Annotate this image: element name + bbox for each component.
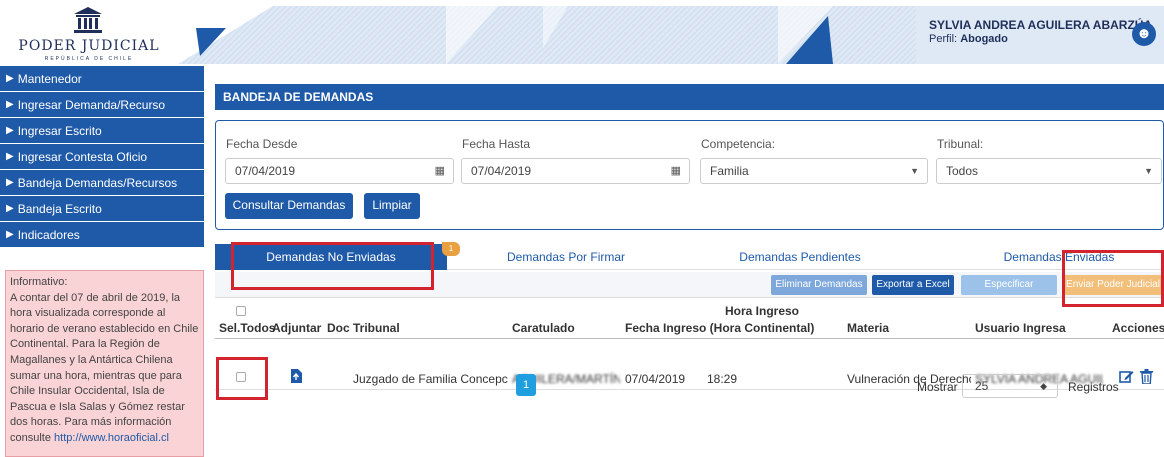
cell-hora-ingreso: 18:29 (707, 372, 738, 386)
especificar-firmantes-button[interactable]: Especificar Firmantes (961, 275, 1057, 310)
courthouse-icon (74, 7, 102, 33)
sidebar-item-mantenedor[interactable]: ▶ Mantenedor (0, 66, 204, 92)
fecha-hasta-input[interactable]: 07/04/2019 ▦ (461, 158, 690, 184)
fecha-desde-value: 07/04/2019 (235, 164, 296, 178)
col-header-usuario-ingresa: Usuario Ingresa (975, 321, 1066, 335)
col-header-sel-todos[interactable]: Sel.Todos (219, 321, 275, 335)
select-all-checkbox[interactable] (236, 306, 246, 316)
limpiar-button[interactable]: Limpiar (364, 193, 420, 219)
sidebar-item-label: Bandeja Demandas/Recursos (17, 175, 178, 190)
sidebar-item-label: Mantenedor (17, 71, 82, 86)
tab-pendientes[interactable]: Demandas Pendientes (700, 244, 900, 270)
col-header-tribunal: Tribunal (353, 321, 400, 335)
competencia-select[interactable]: Familia ▼ (700, 158, 928, 184)
sidebar-item-label: Ingresar Escrito (17, 123, 102, 138)
info-text: A contar del 07 de abril de 2019, la hor… (10, 291, 199, 444)
chevron-down-icon: ▼ (1144, 166, 1153, 176)
sidebar-item-label: Ingresar Demanda/Recurso (17, 97, 166, 112)
tab-por-firmar[interactable]: Demandas Por Firmar (471, 244, 661, 270)
registros-label: Registros (1068, 380, 1119, 394)
col-header-fecha-ingreso: Fecha Ingreso (625, 321, 707, 335)
sidebar-item-label: Ingresar Contesta Oficio (17, 149, 148, 164)
col-header-acciones: Acciones (1112, 321, 1164, 335)
calendar-icon[interactable]: ▦ (435, 159, 445, 183)
exportar-excel-button[interactable]: Exportar a Excel (872, 275, 954, 295)
poder-judicial-logo[interactable]: PODER JUDICIAL REPÚBLICA DE CHILE (0, 0, 178, 66)
caret-right-icon: ▶ (6, 202, 14, 214)
fecha-desde-input[interactable]: 07/04/2019 ▦ (225, 158, 454, 184)
sidebar-item-bandeja-escrito[interactable]: ▶ Bandeja Escrito (0, 196, 204, 222)
user-profile: Perfil: Abogado (929, 32, 1152, 46)
sidebar: ▶ Mantenedor ▶ Ingresar Demanda/Recurso ▶ I… (0, 66, 204, 457)
cell-fecha-ingreso: 07/04/2019 (625, 372, 686, 386)
page-size-select[interactable]: 25 ◆ (962, 374, 1058, 398)
sidebar-item-label: Bandeja Escrito (17, 201, 102, 216)
calendar-icon[interactable]: ▦ (671, 159, 681, 183)
page-title: BANDEJA DE DEMANDAS (215, 84, 1164, 110)
competencia-value: Familia (710, 164, 749, 178)
attach-file-icon[interactable] (290, 369, 302, 383)
row-select-checkbox[interactable] (236, 372, 246, 382)
info-link[interactable]: http://www.horaoficial.cl (54, 432, 169, 444)
edit-icon[interactable] (1119, 369, 1134, 384)
updown-icon: ◆ (1040, 381, 1047, 391)
tab-bar: Demandas No Enviadas Demandas Por Firmar… (215, 244, 1164, 270)
tab-no-enviadas[interactable]: Demandas No Enviadas (215, 244, 447, 270)
tab-count-badge: 1 (442, 242, 460, 256)
filter-panel: Fecha Desde 07/04/2019 ▦ Fecha Hasta 07/… (215, 120, 1164, 230)
tab-enviadas[interactable]: Demandas Enviadas (959, 244, 1159, 270)
logo-subtitle: REPÚBLICA DE CHILE (44, 56, 134, 62)
sidebar-item-indicadores[interactable]: ▶ Indicadores (0, 222, 204, 248)
col-header-doc: Doc (327, 321, 350, 335)
caret-right-icon: ▶ (6, 98, 14, 110)
sidebar-item-ingresar-escrito[interactable]: ▶ Ingresar Escrito (0, 118, 204, 144)
sidebar-item-contesta-oficio[interactable]: ▶ Ingresar Contesta Oficio (0, 144, 204, 170)
col-header-caratulado: Caratulado (512, 321, 575, 335)
table-header-divider (215, 338, 1164, 339)
profile-label: Perfil: (929, 33, 958, 45)
user-name: SYLVIA ANDREA AGUILERA ABARZÚA (929, 18, 1153, 32)
col-header-hora-continental: (Hora Continental) (709, 321, 815, 335)
enviar-poder-judicial-button[interactable]: Enviar Poder Judicial (1064, 275, 1162, 295)
fecha-hasta-value: 07/04/2019 (471, 164, 532, 178)
tribunal-select[interactable]: Todos ▼ (936, 158, 1162, 184)
eliminar-demandas-button[interactable]: Eliminar Demandas (771, 275, 867, 295)
user-account-icon[interactable]: ☻ (1132, 22, 1156, 46)
fecha-hasta-label: Fecha Hasta (462, 137, 531, 151)
caret-right-icon: ▶ (6, 228, 14, 240)
sidebar-item-ingresar-demanda[interactable]: ▶ Ingresar Demanda/Recurso (0, 92, 204, 118)
logo-name: PODER JUDICIAL (18, 38, 160, 54)
profile-value: Abogado (960, 33, 1008, 45)
cell-tribunal: Juzgado de Familia Concepción (353, 372, 508, 386)
tribunal-label: Tribunal: (937, 137, 984, 151)
caret-right-icon: ▶ (6, 124, 14, 136)
tribunal-value: Todos (946, 164, 979, 178)
user-info: SYLVIA ANDREA AGUILERA ABARZÚA Perfil: A… (929, 18, 1152, 46)
sidebar-item-bandeja-demandas[interactable]: ▶ Bandeja Demandas/Recursos (0, 170, 204, 196)
mostrar-label: Mostrar (917, 380, 958, 394)
competencia-label: Competencia: (701, 137, 776, 151)
col-header-adjuntar: Adjuntar (272, 321, 322, 335)
page-1-button[interactable]: 1 (516, 374, 536, 396)
caret-right-icon: ▶ (6, 150, 14, 162)
col-header-materia: Materia (847, 321, 890, 335)
col-header-hora-ingreso: Hora Ingreso (724, 304, 799, 318)
sidebar-item-label: Indicadores (17, 227, 80, 242)
consultar-demandas-button[interactable]: Consultar Demandas (225, 193, 353, 219)
page-size-value: 25 (975, 379, 989, 393)
fecha-desde-label: Fecha Desde (226, 137, 298, 151)
trash-icon[interactable] (1140, 369, 1153, 384)
info-notice: Informativo: A contar del 07 de abril de… (5, 270, 204, 457)
caret-right-icon: ▶ (6, 72, 14, 84)
info-title: Informativo: (10, 276, 68, 288)
caret-right-icon: ▶ (6, 176, 14, 188)
chevron-down-icon: ▼ (910, 166, 919, 176)
action-toolbar: Eliminar Demandas Exportar a Excel Espec… (215, 272, 1164, 310)
app-header: PODER JUDICIAL REPÚBLICA DE CHILE SYLVIA… (0, 0, 1164, 66)
